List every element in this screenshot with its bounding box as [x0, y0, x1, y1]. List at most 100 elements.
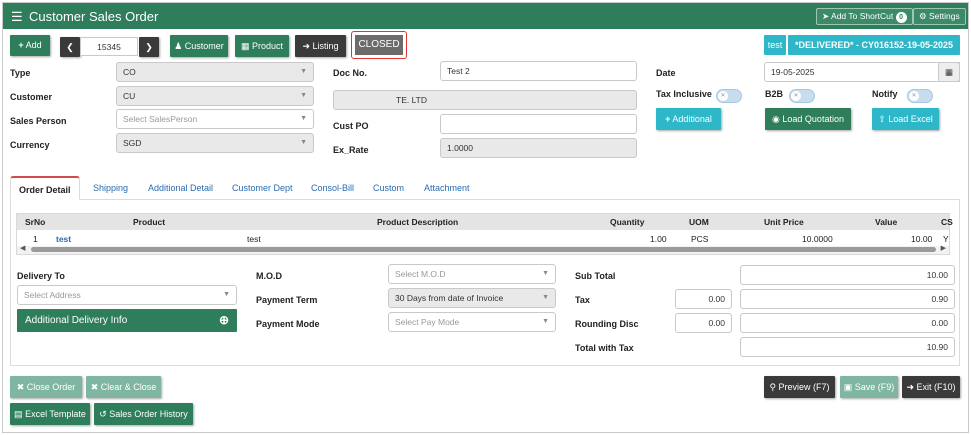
toggle-off-icon: ✕: [718, 91, 728, 101]
custpo-label: Cust PO: [333, 121, 369, 131]
chevron-left-icon: ❮: [66, 42, 74, 52]
tab-custom[interactable]: Custom: [373, 176, 404, 200]
hamburger-menu-icon[interactable]: ☰: [11, 9, 23, 25]
salesperson-select[interactable]: Select SalesPerson ▼: [116, 109, 314, 129]
currency-value: SGD: [123, 138, 142, 148]
docno-label: Doc No.: [333, 68, 368, 78]
chevron-down-icon: ▼: [542, 294, 549, 301]
preview-button[interactable]: ⚲ Preview (F7): [764, 376, 835, 398]
tax-amount-field: 0.90: [740, 289, 955, 309]
subtotal-label: Sub Total: [575, 271, 616, 281]
cell-uom: PCS: [691, 234, 709, 244]
previous-record-button[interactable]: ❮: [60, 37, 80, 57]
add-to-shortcut-button[interactable]: ➤ Add To ShortCut 0: [816, 8, 913, 25]
customer-name-value: TE. LTD: [396, 95, 428, 105]
scrollbar-thumb[interactable]: [31, 247, 936, 252]
window-title: Customer Sales Order: [29, 9, 159, 24]
search-icon: ⚲: [769, 382, 777, 392]
exit-button[interactable]: ➜ Exit (F10): [902, 376, 960, 398]
date-input[interactable]: 19-05-2025: [764, 62, 960, 82]
settings-button[interactable]: ⚙ Settings: [913, 8, 966, 25]
grid-horizontal-scrollbar[interactable]: ◀ ▶: [17, 244, 949, 254]
additional-delivery-info-button[interactable]: Additional Delivery Info ⊕: [17, 309, 237, 332]
rocket-icon: ➤: [822, 11, 830, 21]
load-excel-button[interactable]: ⇧ Load Excel: [872, 108, 939, 130]
custpo-input[interactable]: [440, 114, 637, 134]
add-button[interactable]: + Add: [10, 35, 50, 56]
clear-close-button[interactable]: ✖ Clear & Close: [86, 376, 161, 398]
currency-select[interactable]: SGD ▼: [116, 133, 314, 153]
load-quotation-button[interactable]: ◉ Load Quotation: [765, 108, 851, 130]
chevron-down-icon: ▼: [300, 92, 307, 99]
preview-label: Preview (F7): [778, 382, 830, 392]
close-order-button[interactable]: ✖ Close Order: [10, 376, 82, 398]
b2b-toggle[interactable]: ✕: [789, 89, 815, 103]
exrate-input[interactable]: 1.0000: [440, 138, 637, 158]
listing-button[interactable]: ➜ Listing: [295, 35, 346, 57]
payment-mode-select[interactable]: Select Pay Mode ▼: [388, 312, 556, 332]
settings-label: Settings: [929, 11, 960, 21]
closed-status-highlight: CLOSED: [351, 31, 407, 59]
sales-order-history-button[interactable]: ↺ Sales Order History: [94, 403, 193, 425]
save-label: Save (F9): [854, 382, 895, 392]
additional-button[interactable]: + Additional: [656, 108, 721, 130]
load-excel-label: Load Excel: [888, 114, 933, 124]
next-record-button[interactable]: ❯: [139, 37, 159, 57]
type-label: Type: [10, 68, 31, 78]
address-placeholder: Select Address: [24, 290, 81, 300]
shortcut-count-badge: 0: [895, 12, 907, 23]
customer-select[interactable]: CU ▼: [116, 86, 314, 106]
mod-label: M.O.D: [256, 271, 282, 281]
toggle-off-icon: ✕: [909, 91, 919, 101]
notify-toggle[interactable]: ✕: [907, 89, 933, 103]
delivery-to-label: Delivery To: [17, 271, 65, 281]
scroll-right-icon[interactable]: ▶: [941, 244, 946, 252]
record-number-input[interactable]: 15345: [80, 37, 138, 56]
calendar-icon[interactable]: ▦: [938, 62, 960, 82]
rounding-rate-input[interactable]: 0.00: [675, 313, 732, 333]
clear-close-label: Clear & Close: [100, 382, 157, 392]
cell-value: 10.00: [911, 234, 933, 244]
mod-select[interactable]: Select M.O.D ▼: [388, 264, 556, 284]
chevron-down-icon: ▼: [300, 115, 307, 122]
product-button[interactable]: ▦ Product: [235, 35, 289, 57]
cell-product[interactable]: test: [56, 234, 71, 244]
tax-inclusive-toggle[interactable]: ✕: [716, 89, 742, 103]
payment-mode-label: Payment Mode: [256, 319, 320, 329]
delivered-status-banner: *DELIVERED* - CY016152-19-05-2025: [788, 35, 960, 55]
gear-icon: ⚙: [919, 11, 927, 21]
type-value: CO: [123, 67, 136, 77]
customer-button[interactable]: ♟ Customer: [170, 35, 228, 57]
plus-icon: +: [665, 114, 671, 124]
file-icon: ▤: [14, 409, 23, 419]
sign-out-icon: ➜: [302, 41, 310, 51]
address-select[interactable]: Select Address ▼: [17, 285, 237, 305]
tab-attachment[interactable]: Attachment: [424, 176, 470, 200]
user-icon: ♟: [174, 41, 183, 51]
table-row[interactable]: 1 test test 1.00 PCS 10.0000 10.00 Y: [17, 231, 949, 245]
tab-consol-bill[interactable]: Consol-Bill: [311, 176, 354, 200]
tab-order-detail[interactable]: Order Detail: [10, 176, 80, 200]
col-value: Value: [875, 217, 898, 227]
type-select[interactable]: CO ▼: [116, 62, 314, 82]
cell-description: test: [247, 234, 261, 244]
rounding-amount-field: 0.00: [740, 313, 955, 333]
payment-term-select[interactable]: 30 Days from date of Invoice ▼: [388, 288, 556, 308]
tab-additional-detail[interactable]: Additional Detail: [148, 176, 213, 200]
exit-label: Exit (F10): [916, 382, 956, 392]
scroll-left-icon[interactable]: ◀: [20, 244, 25, 252]
exrate-label: Ex_Rate: [333, 145, 369, 155]
chevron-down-icon: ▼: [223, 291, 230, 298]
tab-shipping[interactable]: Shipping: [93, 176, 128, 200]
col-uom: UOM: [689, 217, 709, 227]
docno-input[interactable]: Test 2: [440, 61, 637, 81]
save-icon: ▣: [843, 382, 853, 392]
payment-term-value: 30 Days from date of Invoice: [395, 293, 504, 303]
tab-customer-dept[interactable]: Customer Dept: [232, 176, 293, 200]
total-with-tax-label: Total with Tax: [575, 343, 634, 353]
excel-template-button[interactable]: ▤ Excel Template: [10, 403, 90, 425]
col-product: Product: [133, 217, 166, 227]
save-button[interactable]: ▣ Save (F9): [840, 376, 898, 398]
tax-rate-input[interactable]: 0.00: [675, 289, 732, 309]
download-icon: ◉: [772, 114, 780, 124]
